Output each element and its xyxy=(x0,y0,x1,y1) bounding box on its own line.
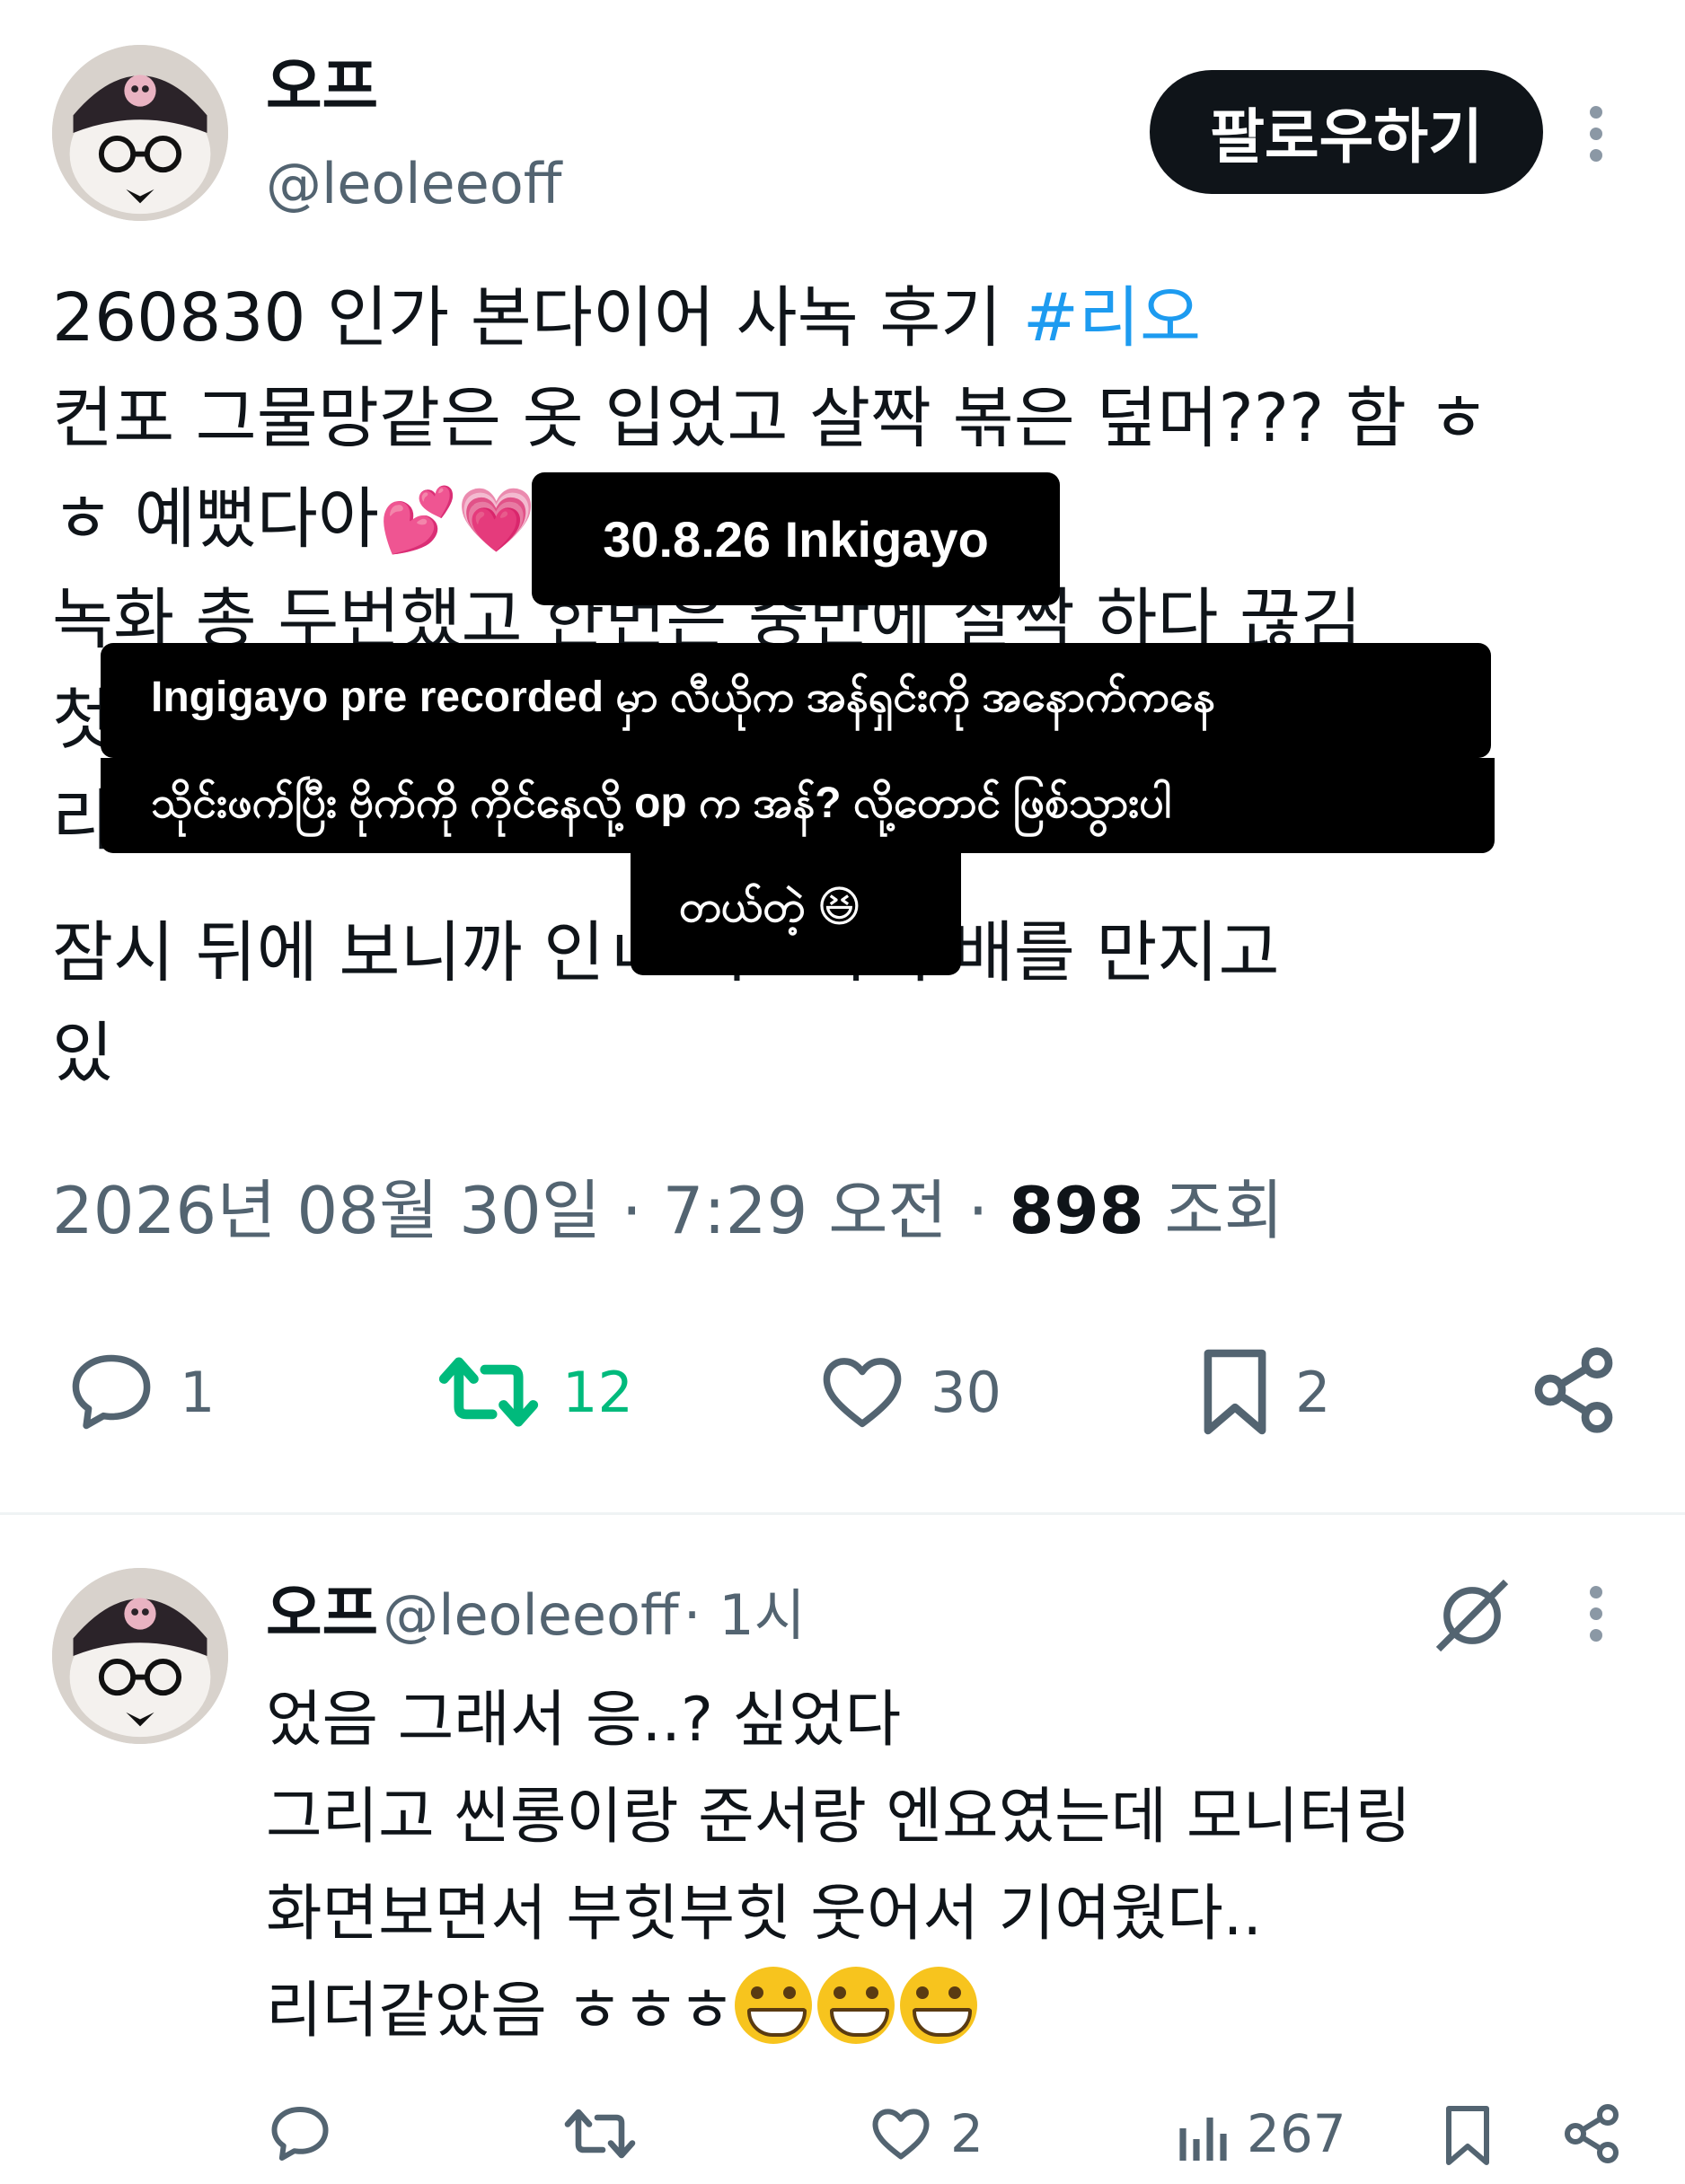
retweet-icon xyxy=(438,1357,539,1427)
author-avatar[interactable] xyxy=(52,45,228,221)
grin-emoji xyxy=(817,1967,895,2044)
reply-views-count: 267 xyxy=(1247,2103,1346,2164)
share-button[interactable] xyxy=(1527,1343,1620,1440)
reply-header: 오프 @leoleeoff · 1시 xyxy=(266,1579,806,1666)
more-icon[interactable] xyxy=(1583,106,1610,171)
reply-text-line: 리더같았음 ㅎㅎㅎ xyxy=(266,1963,983,2060)
tweet-text-line: ㅎ 예뻤다아💕💗 xyxy=(52,469,535,570)
like-button[interactable]: 30 xyxy=(816,1347,1001,1437)
views-icon xyxy=(1179,2118,1227,2161)
reply-text: 리더같았음 ㅎㅎㅎ xyxy=(266,1976,736,2047)
tweet-text-line: 컨포 그물망같은 옷 입었고 살짝 볶은 덮머??? 함 ㅎ xyxy=(52,380,1489,457)
grok-icon[interactable] xyxy=(1432,1575,1513,1660)
like-icon xyxy=(872,2109,930,2160)
retweet-icon xyxy=(564,2109,636,2159)
reply-time[interactable]: · 1시 xyxy=(684,1582,806,1648)
tweet-text: ㅎ 예뻤다아 xyxy=(52,480,379,558)
reply-text-line: 었음 그래서 응..? 싶었다 xyxy=(266,1685,902,1756)
view-count: 898 xyxy=(1009,1173,1144,1248)
author-handle[interactable]: @leoleeoff xyxy=(266,151,561,216)
grin-emoji xyxy=(900,1967,978,2044)
follow-button[interactable]: 팔로우하기 xyxy=(1150,70,1543,194)
retweet-count: 12 xyxy=(562,1359,633,1425)
tweet-text-line: 260830 인가 본다이어 사녹 후기 #리오 xyxy=(52,268,1201,368)
like-icon xyxy=(823,1358,902,1428)
reply-text-line: 화면보면서 부힛부힛 웃어서 기여웠다.. xyxy=(266,1879,1263,1950)
tweet-meta: 2026년 08월 30일 · 7:29 오전 · 898 조회 xyxy=(52,1166,1284,1255)
date-caption-overlay: 30.8.26 Inkigayo xyxy=(532,472,1060,605)
share-icon xyxy=(1565,2104,1619,2163)
reply-button[interactable]: 1 xyxy=(65,1347,215,1437)
reply-text-line: 그리고 씬롱이랑 준서랑 엔요였는데 모니터링 xyxy=(266,1782,1412,1853)
translation-line: သိုင်းဖက်ပြီး ဗိုက်ကို ကိုင်နေလို့ op က … xyxy=(151,779,1171,827)
like-count: 30 xyxy=(931,1359,1001,1425)
share-icon xyxy=(1534,1347,1613,1433)
translation-line: တယ်တဲ့ 😆 xyxy=(679,884,862,931)
heart-emoji: 💕💗 xyxy=(378,483,536,557)
reply-author-handle[interactable]: @leoleeoff xyxy=(383,1582,678,1648)
bookmark-button[interactable]: 2 xyxy=(1196,1343,1330,1440)
view-label: 조회 xyxy=(1164,1173,1284,1248)
divider xyxy=(0,1512,1685,1515)
grin-emoji xyxy=(735,1967,813,2044)
bookmark-count: 2 xyxy=(1295,1359,1331,1425)
retweet-button[interactable]: 12 xyxy=(437,1347,633,1437)
bookmark-icon xyxy=(1446,2106,1489,2165)
reply-more-icon[interactable] xyxy=(1583,1586,1610,1651)
reply-like-button[interactable]: 2 xyxy=(868,2101,984,2166)
translation-line: Ingigayo pre recorded မှာ လီယိုက အန်ရှင်… xyxy=(151,674,1215,721)
bookmark-icon xyxy=(1204,1349,1266,1435)
tweet-date[interactable]: 2026년 08월 30일 · 7:29 오전 · xyxy=(52,1173,988,1248)
reply-like-count: 2 xyxy=(950,2103,984,2164)
tweet-text-line: 있 xyxy=(52,1015,114,1092)
reply-retweet-button[interactable] xyxy=(562,2101,638,2166)
reply-bookmark-button[interactable] xyxy=(1441,2101,1495,2170)
reply-icon xyxy=(72,1354,151,1430)
avatar-image xyxy=(52,1568,228,1744)
reply-icon xyxy=(271,2107,329,2161)
reply-author-avatar[interactable] xyxy=(52,1568,228,1744)
reply-views-button[interactable]: 267 xyxy=(1173,2101,1346,2166)
reply-reply-button[interactable] xyxy=(266,2101,334,2166)
reply-author-name[interactable]: 오프 xyxy=(266,1579,378,1650)
avatar-image xyxy=(52,45,228,221)
tweet-text: 260830 인가 본다이어 사녹 후기 xyxy=(52,279,1023,357)
reply-share-button[interactable] xyxy=(1559,2101,1624,2166)
reply-count: 1 xyxy=(180,1359,216,1425)
hashtag-link[interactable]: #리오 xyxy=(1023,279,1201,357)
author-name[interactable]: 오프 xyxy=(266,52,378,124)
